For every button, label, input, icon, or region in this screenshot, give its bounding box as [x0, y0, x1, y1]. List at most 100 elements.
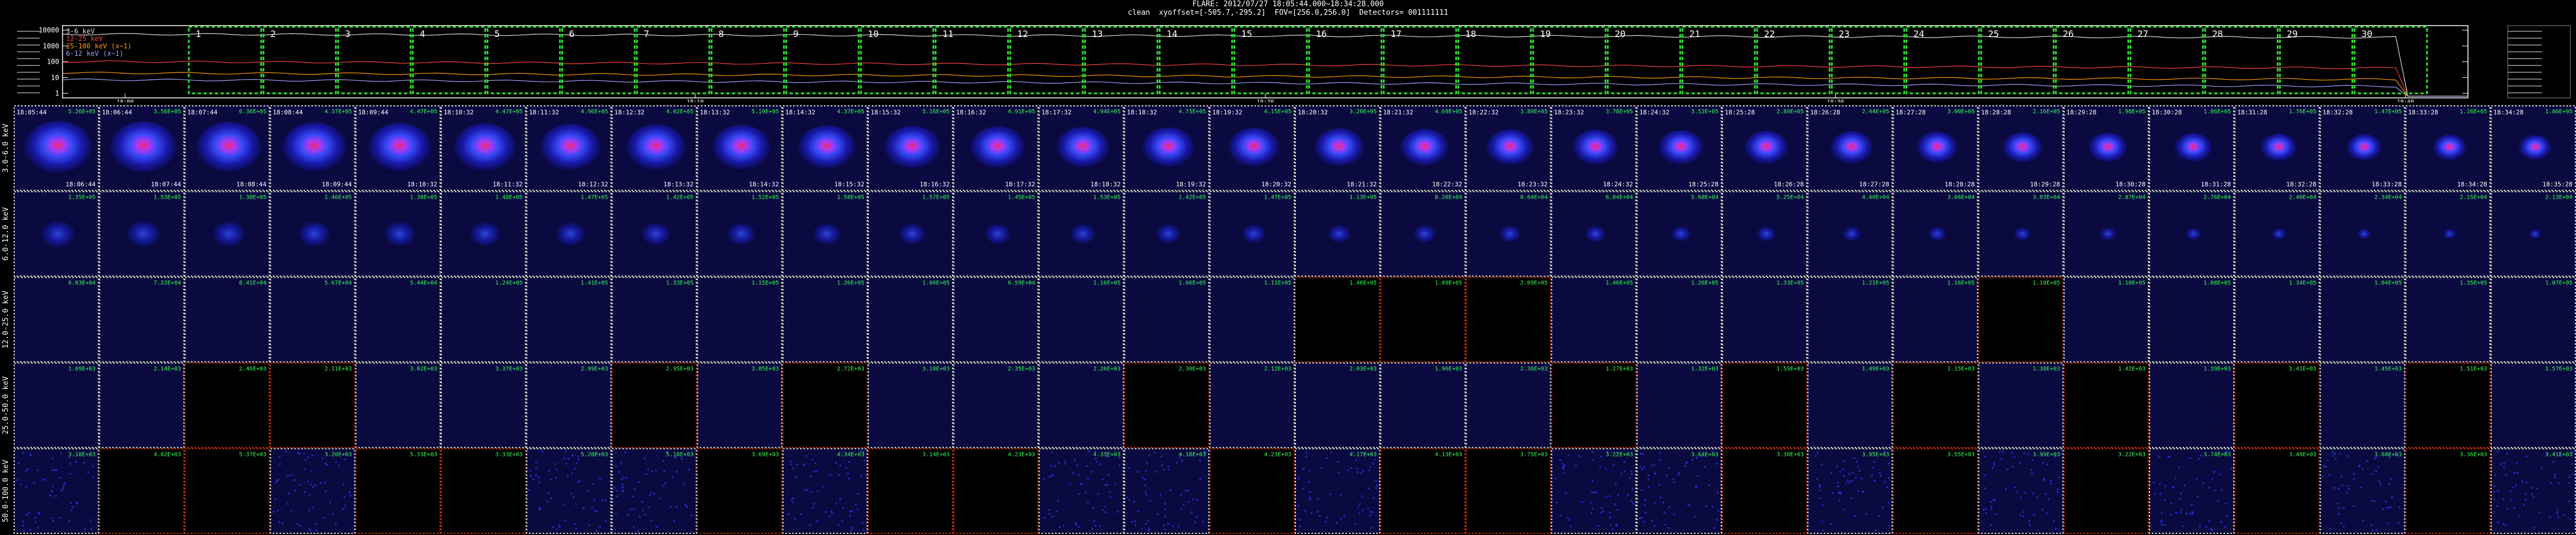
- cell-peak-value: 8.26E+04: [1435, 195, 1462, 201]
- noise-speck: [792, 467, 794, 470]
- cell-peak-value: 5.16E+05: [922, 109, 950, 115]
- noise-speck: [839, 498, 842, 500]
- noise-speck: [1361, 509, 1364, 512]
- cell-peak-value: 4.23E+03: [1264, 451, 1291, 458]
- noise-speck: [1855, 477, 1857, 479]
- noise-speck: [2217, 500, 2219, 502]
- noise-speck: [621, 489, 623, 492]
- cell-start-time: 18:28:28: [1981, 109, 2011, 116]
- noise-speck: [1085, 491, 1087, 493]
- cell-start-time: 18:20:32: [1298, 109, 1328, 116]
- noise-speck: [599, 478, 601, 480]
- cell-peak-value: 1.10E+05: [2118, 280, 2146, 286]
- noise-speck: [2558, 482, 2560, 484]
- noise-speck: [304, 459, 307, 461]
- noise-speck: [1888, 462, 1890, 464]
- noise-speck: [2346, 491, 2348, 493]
- noise-speck: [1819, 489, 1821, 492]
- noise-speck: [92, 465, 94, 467]
- noise-speck: [49, 494, 51, 496]
- cell-peak-value: 1.34E+05: [2289, 280, 2316, 286]
- cell-peak-value: 3.99E+03: [2033, 451, 2060, 458]
- noise-speck: [1075, 522, 1077, 525]
- noise-speck: [1717, 510, 1720, 512]
- image-cell: [270, 277, 355, 362]
- noise-speck: [51, 490, 53, 492]
- noise-speck: [1639, 466, 1641, 468]
- image-cell: [1722, 277, 1807, 362]
- noise-speck: [1614, 483, 1617, 485]
- cell-start-time: 18:15:32: [871, 109, 901, 116]
- noise-speck: [1697, 475, 1699, 477]
- cell-peak-value: 3.30E+03: [1776, 451, 1804, 458]
- cell-peak-value: 5.25E+04: [1776, 195, 1804, 201]
- noise-speck: [309, 529, 312, 532]
- cell-peak-value: 1.76E+05: [2289, 109, 2316, 115]
- noise-speck: [2504, 524, 2507, 526]
- noise-speck: [1990, 501, 1992, 503]
- image-cell: [2320, 277, 2405, 362]
- noise-speck: [1141, 527, 1144, 529]
- noise-speck: [1304, 509, 1306, 512]
- noise-speck: [1991, 467, 1994, 470]
- cell-peak-value: 1.46E+05: [1349, 280, 1377, 286]
- noise-speck: [626, 476, 628, 479]
- noise-speck: [1181, 459, 1183, 462]
- source-blob: [2356, 228, 2372, 240]
- noise-speck: [1196, 499, 1199, 501]
- cell-peak-value: 1.26E+05: [1691, 280, 1718, 286]
- noise-speck: [2549, 516, 2551, 518]
- cell-peak-value: 1.47E+05: [581, 195, 608, 201]
- noise-speck: [1059, 526, 1061, 528]
- noise-speck: [1169, 489, 1171, 491]
- noise-speck: [2518, 515, 2520, 517]
- noise-speck: [1343, 515, 1345, 517]
- noise-speck: [1985, 512, 1987, 515]
- image-cell: [14, 448, 99, 533]
- noise-speck: [27, 468, 29, 470]
- cell-peak-value: 1.46E+05: [325, 195, 352, 201]
- noise-speck: [1591, 491, 1593, 493]
- noise-speck: [2205, 526, 2208, 528]
- noise-speck: [591, 507, 593, 509]
- noise-speck: [1610, 524, 1612, 526]
- noise-speck: [1183, 504, 1185, 507]
- noise-speck: [2382, 508, 2384, 511]
- cell-peak-value: 3.22E+03: [1606, 451, 1633, 458]
- noise-speck: [1109, 496, 1112, 498]
- noise-speck: [538, 476, 540, 479]
- noise-speck: [2366, 460, 2368, 462]
- noise-speck: [655, 469, 657, 471]
- cell-peak-value: 1.51E+03: [2460, 366, 2487, 372]
- noise-speck: [1359, 512, 1361, 515]
- noise-speck: [676, 505, 678, 508]
- image-cell: [2064, 277, 2148, 362]
- cell-peak-value: 1.98E+05: [2118, 109, 2146, 115]
- cell-peak-value: 1.39E+03: [2204, 366, 2231, 372]
- noise-speck: [621, 486, 623, 488]
- noise-speck: [1562, 468, 1564, 470]
- noise-speck: [326, 464, 328, 466]
- noise-speck: [851, 510, 853, 512]
- image-cell: [868, 448, 953, 533]
- noise-speck: [1167, 522, 1169, 525]
- noise-speck: [2390, 478, 2392, 480]
- noise-speck: [637, 481, 640, 483]
- cell-peak-value: 1.42E+05: [666, 195, 693, 201]
- noise-speck: [2055, 528, 2057, 530]
- noise-speck: [1137, 511, 1140, 513]
- noise-speck: [835, 503, 838, 505]
- cell-peak-value: 2.87E+04: [2118, 195, 2146, 201]
- noise-speck: [810, 491, 813, 493]
- noise-speck: [1076, 464, 1078, 466]
- noise-speck: [1161, 464, 1163, 467]
- noise-speck: [805, 455, 807, 457]
- noise-speck: [2189, 457, 2192, 459]
- noise-speck: [25, 485, 27, 488]
- noise-speck: [2192, 513, 2194, 515]
- noise-speck: [599, 526, 601, 528]
- noise-speck: [1133, 500, 1136, 503]
- noise-speck: [1654, 472, 1656, 475]
- noise-speck: [548, 492, 550, 494]
- noise-speck: [90, 528, 93, 530]
